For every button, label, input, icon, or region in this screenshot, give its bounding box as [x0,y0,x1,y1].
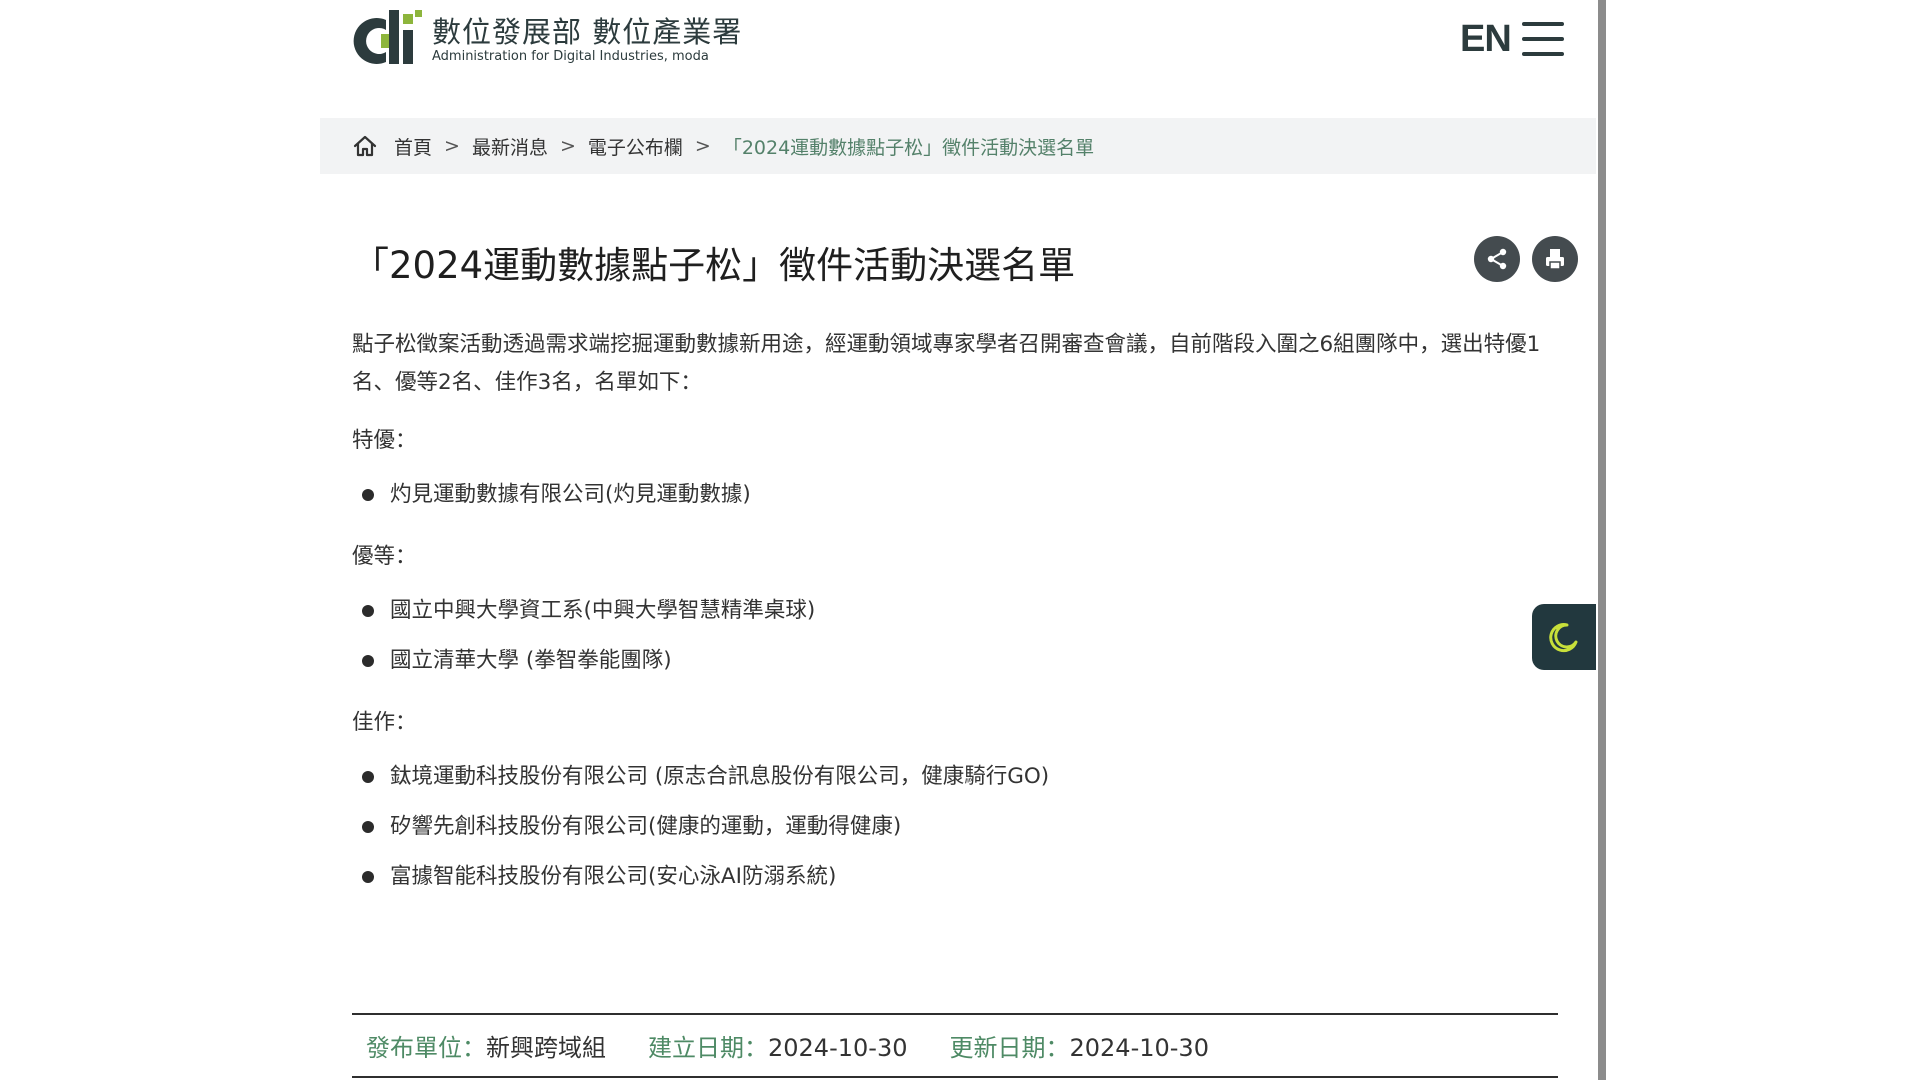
moon-icon [1549,623,1578,653]
list-item: 灼見運動數據有限公司(灼見運動數據) [352,470,1562,520]
page-title: 「2024運動數據點子松」徵件活動決選名單 [352,244,1076,287]
breadcrumb: 首頁 > 最新消息 > 電子公布欄 > 「2024運動數據點子松」徵件活動決選名… [320,118,1596,174]
logo-name-cn: 數位發展部 數位產業署 [432,15,743,49]
section-label-special: 特優： [352,428,417,453]
section-label-excellent: 優等： [352,544,417,569]
list-item: 國立中興大學資工系(中興大學智慧精準桌球) [352,586,1562,636]
logo-name-en: Administration for Digital Industries, m… [432,49,709,64]
award-list-honorable: 鈦境運動科技股份有限公司 (原志合訊息股份有限公司，健康騎行GO) 矽響先創科技… [352,752,1562,902]
divider [352,1013,1558,1015]
site-logo[interactable]: 數位發展部 數位產業署 Administration for Digital I… [352,8,742,66]
print-icon [1546,249,1564,270]
scrollbar[interactable] [1598,0,1606,1080]
share-icon [1487,248,1507,270]
dark-mode-toggle[interactable] [1532,604,1596,670]
share-button[interactable] [1474,236,1520,282]
breadcrumb-bulletin[interactable]: 電子公布欄 [588,133,683,160]
publisher-value: 新興跨域組 [486,1034,606,1062]
menu-icon[interactable] [1522,22,1564,56]
section-label-honorable: 佳作： [352,710,417,735]
page: 數位發展部 數位產業署 Administration for Digital I… [0,0,1920,1080]
breadcrumb-separator: > [559,135,576,157]
updated-date-label: 更新日期： [949,1034,1070,1062]
divider [352,1076,1558,1078]
home-icon[interactable] [352,133,378,159]
breadcrumb-separator: > [444,135,460,157]
breadcrumb-separator: > [694,135,711,157]
print-button[interactable] [1532,236,1578,282]
breadcrumb-current[interactable]: 「2024運動數據點子松」徵件活動決選名單 [723,133,1094,160]
created-date-label: 建立日期： [648,1034,768,1062]
updated-date-value: 2024-10-30 [1069,1034,1209,1062]
award-list-special: 灼見運動數據有限公司(灼見運動數據) [352,470,1562,520]
created-date-value: 2024-10-30 [768,1034,908,1062]
list-item: 鈦境運動科技股份有限公司 (原志合訊息股份有限公司，健康騎行GO) [352,752,1562,802]
list-item: 富據智能科技股份有限公司(安心泳AI防溺系統) [352,852,1562,902]
intro-paragraph: 點子松徵案活動透過需求端挖掘運動數據新用途，經運動領域專家學者召開審查會議，自前… [352,332,1541,395]
list-item: 國立清華大學 (拳智拳能團隊) [352,636,1562,686]
breadcrumb-news[interactable]: 最新消息 [472,133,548,160]
logo-mark-icon [352,8,428,66]
list-item: 矽響先創科技股份有限公司(健康的運動，運動得健康) [352,802,1562,852]
language-toggle-en[interactable]: EN [1460,18,1512,61]
article-meta: 發布單位：新興跨域組 建立日期：2024-10-30 更新日期：2024-10-… [366,1028,1251,1063]
article-body: 點子松徵案活動透過需求端挖掘運動數據新用途，經運動領域專家學者召開審查會議，自前… [352,326,1562,920]
publisher-label: 發布單位： [366,1034,486,1062]
breadcrumb-home[interactable]: 首頁 [394,133,432,160]
award-list-excellent: 國立中興大學資工系(中興大學智慧精準桌球) 國立清華大學 (拳智拳能團隊) [352,586,1562,686]
